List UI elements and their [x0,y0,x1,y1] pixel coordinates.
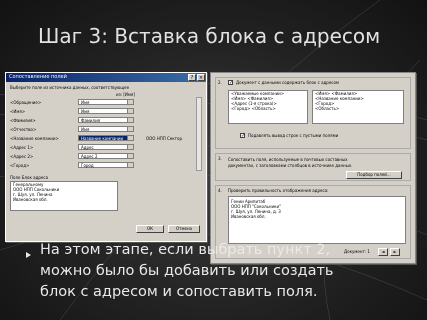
selected-value-text: ООО НПП Сектор [146,136,182,141]
section-3-text-2: документах, с заголовками столбцов в ист… [228,163,353,168]
map-row: <Имя> Имя [10,108,202,115]
section-3-text-1: Сопоставить поля, используемые в почтовы… [228,157,348,162]
preview-box: Генеральному ООО НПП Сокольники г. Шуя, … [10,181,118,211]
suppress-empty-checkbox[interactable]: ✓ [240,133,245,139]
dialog-title: Сопоставление полей [9,74,67,80]
mapping-list: <Обращение> Имя <Имя> Имя <Фамилия> Фами… [6,95,204,171]
map-row: <Адрес 2> Адрес 2 [10,153,202,160]
include-address-checkbox[interactable]: ✓ [228,80,233,86]
map-row: <Город> Город [10,162,202,169]
body-line-1: На этом этапе, если выбрать пункт 2, [40,242,331,258]
include-address-label: Документ с данными содержать блок с адре… [236,80,339,85]
ok-button[interactable]: ОК [136,225,164,233]
map-select[interactable]: Город [78,162,134,168]
map-select[interactable]: Адрес [78,144,134,150]
body-line-2: можно было бы добавить или создать [40,263,334,279]
preview-label: Поле Блок адреса [10,175,49,180]
map-select[interactable]: Адрес 2 [78,153,134,159]
close-icon[interactable]: × [197,74,205,81]
cancel-button[interactable]: Отмена [168,225,200,233]
slide-body: На этом этапе, если выбрать пункт 2, мож… [40,240,420,303]
section-3: 3. Сопоставить поля, используемые в почт… [215,153,411,181]
map-select[interactable]: Имя [78,99,134,105]
address-format-preview[interactable]: <Имя> <Фамилия> <Название компании> <Гор… [312,90,404,124]
dialog-intro: Выберите поле из источника данных, соотв… [10,85,130,90]
map-select[interactable]: Фамилия [78,117,134,123]
match-fields-button[interactable]: Подбор полей... [346,171,402,179]
map-select-selected[interactable]: Название компании [78,135,134,141]
mapping-scrollbar[interactable] [196,97,202,171]
map-select[interactable]: Имя [78,126,134,132]
dialog-titlebar: Сопоставление полей ? × [6,73,206,82]
field-mapping-dialog: Сопоставление полей ? × Выберите поле из… [5,72,207,242]
map-row: <Адрес 1> Адрес [10,144,202,151]
address-preview-box: Гении Арипитаб ООО НПП "Сокольники" г. Ш… [228,196,406,244]
map-row: <Фамилия> Фамилия [10,117,202,124]
map-row: <Название компании> Название компании ОО… [10,135,182,141]
address-format-list[interactable]: <Уважаемые компании> <Имя> <Фамилия> <Ад… [228,90,308,124]
preview-address-label: Проверить правильность отображения адрес… [228,188,329,193]
map-select[interactable]: Имя [78,108,134,114]
map-row: <Обращение> Имя [10,99,202,106]
map-row: <Отчество> Имя [10,126,202,133]
section-2: 2. ✓ Документ с данными содержать блок с… [215,77,411,149]
bullet-arrow-icon [26,252,32,258]
body-line-3: блок с адресом и сопоставить поля. [40,284,318,300]
help-icon[interactable]: ? [188,74,196,81]
suppress-empty-label: Подавлять вывод строк с пустыми полями [248,133,339,138]
address-block-panel: 2. ✓ Документ с данными содержать блок с… [210,72,416,264]
slide-title: Шаг 3: Вставка блока с адресом [38,24,381,48]
